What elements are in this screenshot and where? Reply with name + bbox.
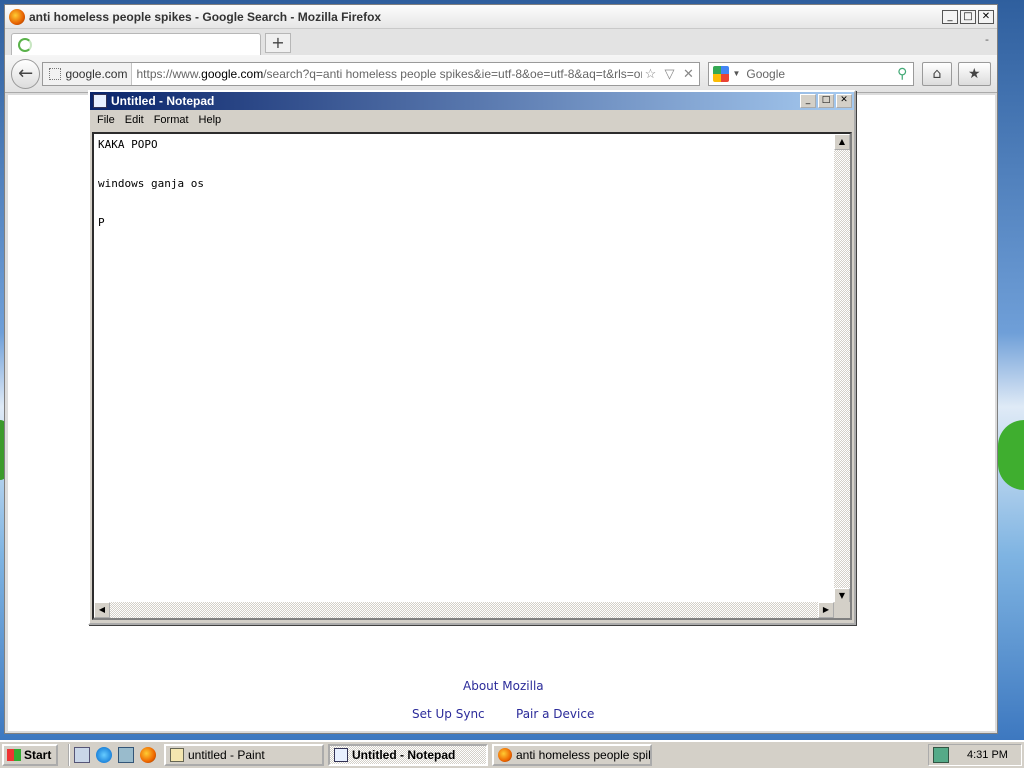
search-go-icon[interactable]: ⚲	[891, 65, 913, 82]
task-label: untitled - Paint	[188, 748, 265, 762]
search-input[interactable]: ▼ Google ⚲	[708, 61, 915, 86]
firefox-quicklaunch-icon[interactable]	[140, 747, 156, 763]
site-identity-icon	[49, 67, 62, 80]
scroll-up-button[interactable]: ▲	[834, 134, 850, 150]
scroll-left-button[interactable]: ◀	[94, 602, 110, 618]
clock[interactable]: 4:31 PM	[967, 749, 1008, 761]
quick-launch	[68, 744, 156, 766]
firefox-titlebar[interactable]: anti homeless people spikes - Google Sea…	[5, 5, 997, 29]
browser-tab[interactable]	[11, 33, 261, 55]
notepad-editor[interactable]: KAKA POPO windows ganja os P ▲ ▼ ◀ ▶	[92, 132, 852, 620]
url-text[interactable]: https://www.google.com/search?q=anti hom…	[132, 67, 642, 81]
tray-app-icon[interactable]	[933, 747, 949, 763]
new-tab-button[interactable]: +	[265, 33, 291, 53]
minimize-button[interactable]: _	[942, 9, 958, 24]
firefox-task-icon	[498, 748, 512, 762]
google-icon[interactable]	[713, 65, 730, 82]
maximize-button[interactable]: □	[960, 9, 976, 24]
notepad-text[interactable]: KAKA POPO windows ganja os P	[96, 136, 834, 602]
notepad-minimize-button[interactable]: _	[800, 94, 816, 108]
menu-format[interactable]: Format	[149, 114, 194, 126]
set-up-sync-link[interactable]: Set Up Sync	[412, 707, 485, 721]
windows-logo-icon	[7, 749, 21, 761]
back-button[interactable]: ←	[11, 58, 41, 89]
notepad-close-button[interactable]: ✕	[836, 94, 852, 108]
start-label: Start	[24, 748, 52, 762]
resize-grip[interactable]	[834, 602, 850, 618]
home-button[interactable]: ⌂	[922, 61, 952, 86]
notepad-title: Untitled - Notepad	[111, 94, 215, 108]
network-icon[interactable]	[118, 747, 134, 763]
site-identity-label: google.com	[65, 66, 128, 81]
paint-icon	[170, 748, 184, 762]
taskbar-item-notepad[interactable]: Untitled - Notepad	[328, 744, 488, 766]
start-button[interactable]: Start	[2, 744, 58, 766]
scroll-right-button[interactable]: ▶	[818, 602, 834, 618]
window-title: anti homeless people spikes - Google Sea…	[29, 9, 382, 24]
menu-help[interactable]: Help	[194, 114, 227, 126]
notepad-window: Untitled - Notepad _ □ ✕ File Edit Forma…	[88, 90, 856, 625]
tab-list-button[interactable]: -	[985, 33, 989, 46]
site-identity-button[interactable]: google.com	[43, 62, 133, 85]
vertical-scrollbar[interactable]: ▲ ▼	[834, 134, 850, 604]
tab-bar: + -	[5, 29, 997, 55]
loading-icon	[18, 37, 32, 52]
notepad-task-icon	[334, 748, 348, 762]
internet-explorer-icon[interactable]	[96, 747, 112, 763]
notepad-icon	[93, 94, 107, 108]
search-engine-dropdown-icon[interactable]: ▼	[732, 69, 740, 78]
taskbar-item-firefox[interactable]: anti homeless people spik...	[492, 744, 652, 766]
horizontal-scrollbar[interactable]: ◀ ▶	[94, 602, 834, 618]
firefox-icon	[9, 8, 25, 25]
history-dropdown-icon[interactable]: ▽	[661, 66, 677, 82]
taskbar-item-paint[interactable]: untitled - Paint	[164, 744, 324, 766]
system-tray: 4:31 PM	[928, 744, 1022, 766]
menu-file[interactable]: File	[92, 114, 120, 126]
notepad-menubar: File Edit Format Help	[90, 110, 854, 130]
notepad-maximize-button[interactable]: □	[818, 94, 834, 108]
bookmarks-button[interactable]: ★	[957, 61, 991, 86]
bookmark-star-icon[interactable]: ☆	[642, 66, 658, 82]
close-button[interactable]: ✕	[978, 9, 994, 24]
about-mozilla-link[interactable]: About Mozilla	[463, 679, 544, 693]
task-label: Untitled - Notepad	[352, 748, 456, 762]
show-desktop-icon[interactable]	[74, 747, 90, 763]
search-placeholder: Google	[746, 66, 786, 81]
taskbar: Start untitled - Paint Untitled - Notepa…	[0, 740, 1024, 768]
notepad-titlebar[interactable]: Untitled - Notepad _ □ ✕	[90, 92, 854, 110]
pair-device-link[interactable]: Pair a Device	[516, 707, 594, 721]
task-label: anti homeless people spik...	[516, 748, 652, 762]
stop-icon[interactable]: ✕	[680, 66, 696, 82]
url-bar[interactable]: google.com https://www.google.com/search…	[42, 61, 701, 86]
menu-edit[interactable]: Edit	[120, 114, 149, 126]
desktop-wallpaper-detail	[998, 420, 1024, 490]
navigation-toolbar: ← google.com https://www.google.com/sear…	[5, 55, 997, 93]
